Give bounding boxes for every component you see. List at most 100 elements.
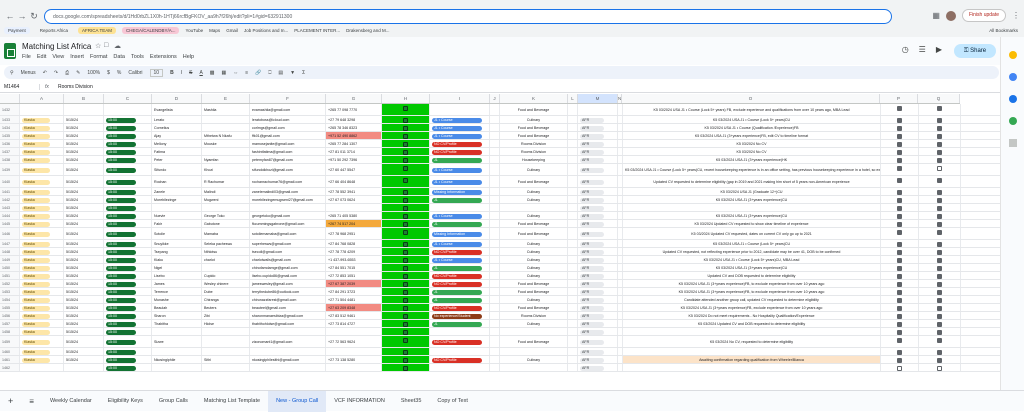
date-cell[interactable]: 5/15/24 [64, 148, 104, 155]
checkbox-cell[interactable] [881, 304, 919, 311]
attended-checkbox[interactable] [403, 197, 408, 203]
row-checkbox[interactable] [937, 273, 942, 279]
attended-checkbox[interactable] [403, 281, 408, 287]
email-cell[interactable]: lisebo.cupido86@gmail.com [250, 272, 326, 279]
notes-cell[interactable]: K5 03/2024 No CV [623, 140, 881, 147]
attended-cell[interactable] [382, 212, 430, 219]
notes-cell[interactable]: Updated CV requested, not reflecting exp… [623, 248, 881, 255]
notes-cell[interactable]: K5 03/2024 Do not meet requirements - No… [623, 312, 881, 319]
last-name-cell[interactable] [202, 124, 250, 131]
status-chip[interactable]: J1 • Course [432, 134, 482, 139]
first-name-cell[interactable]: Fakir [152, 220, 202, 227]
menu-help[interactable]: Help [183, 54, 194, 60]
column-header[interactable]: F [250, 94, 326, 103]
region-cell[interactable]: AFR [578, 296, 618, 303]
empty-cell[interactable] [568, 248, 578, 255]
region-cell[interactable]: AFR [578, 356, 618, 363]
empty-cell[interactable] [490, 196, 500, 203]
region-chip[interactable]: AFR [580, 266, 604, 271]
menu-extensions[interactable]: Extensions [150, 54, 177, 60]
attended-cell[interactable] [382, 280, 430, 287]
checkbox-cell[interactable] [919, 132, 961, 139]
phone-cell[interactable]: +1 437-993-6553 [326, 256, 382, 263]
phone-cell[interactable]: +27 66 404 8648 [326, 176, 382, 187]
region-cell[interactable]: AFR [578, 288, 618, 295]
attended-cell[interactable] [382, 104, 430, 115]
checkbox-cell[interactable] [881, 188, 919, 195]
region-cell[interactable]: AFR [578, 304, 618, 311]
attended-checkbox[interactable] [403, 125, 408, 131]
owner-chip[interactable]: Kiaska [22, 298, 50, 303]
row-checkbox[interactable] [897, 365, 902, 371]
region-cell[interactable]: AFR [578, 148, 618, 155]
department-cell[interactable]: Culinary [500, 164, 568, 175]
first-name-cell[interactable]: Thabitha [152, 320, 202, 327]
last-name-cell[interactable]: Seleka pacheswu [202, 240, 250, 247]
column-header[interactable]: I [430, 94, 490, 103]
region-cell[interactable]: AFR [578, 280, 618, 287]
document-title[interactable]: Matching List Africa [22, 42, 91, 51]
email-cell[interactable]: fashintfatima@gmail.com [250, 148, 326, 155]
time-cell[interactable]: 15:00 [104, 304, 152, 311]
empty-cell[interactable] [490, 176, 500, 187]
first-name-cell[interactable] [152, 364, 202, 371]
date-cell[interactable]: 5/15/24 [64, 312, 104, 319]
attended-checkbox[interactable] [403, 149, 408, 155]
time-cell[interactable]: 15:00 [104, 228, 152, 239]
department-cell[interactable]: Rooms Division [500, 148, 568, 155]
owner-cell[interactable]: Kiaska [20, 140, 64, 147]
row-checkbox[interactable] [897, 265, 902, 271]
time-cell[interactable]: 15:00 [104, 320, 152, 327]
attended-cell[interactable] [382, 148, 430, 155]
checkbox-cell[interactable] [919, 256, 961, 263]
search-icon[interactable]: ⚲ [10, 70, 14, 76]
owner-cell[interactable]: Kiaska [20, 348, 64, 355]
empty-cell[interactable] [490, 348, 500, 355]
row-checkbox[interactable] [937, 157, 942, 163]
first-name-cell[interactable]: Lerato [152, 116, 202, 123]
last-name-cell[interactable] [202, 116, 250, 123]
empty-cell[interactable] [568, 272, 578, 279]
profile-avatar[interactable] [945, 10, 956, 21]
owner-cell[interactable]: Kiaska [20, 212, 64, 219]
empty-cell[interactable] [568, 204, 578, 211]
attended-checkbox[interactable] [403, 257, 408, 263]
date-cell[interactable]: 5/15/24 [64, 356, 104, 363]
cloud-status-icon[interactable]: ☁ [114, 42, 121, 50]
attended-checkbox[interactable] [403, 106, 408, 111]
last-name-cell[interactable]: Hlolse [202, 320, 250, 327]
row-checkbox[interactable] [897, 197, 902, 203]
checkbox-cell[interactable] [881, 248, 919, 255]
checkbox-cell[interactable] [881, 212, 919, 219]
move-icon[interactable]: □ [104, 42, 108, 49]
font-select[interactable]: Calibri [128, 70, 142, 76]
checkbox-cell[interactable] [919, 220, 961, 227]
region-chip[interactable]: AFR [580, 250, 604, 255]
last-name-cell[interactable] [202, 364, 250, 371]
department-cell[interactable]: Culinary [500, 320, 568, 327]
last-name-cell[interactable]: Mamaba [202, 228, 250, 239]
bookmark-item[interactable]: CHEGA/CALENDBY/A... [121, 27, 180, 34]
phone-cell[interactable]: +27 84 291 3723 [326, 288, 382, 295]
attended-cell[interactable] [382, 272, 430, 279]
status-cell[interactable]: NO CV/Profile [430, 148, 490, 155]
checkbox-cell[interactable] [919, 336, 961, 347]
time-chip[interactable]: 15:00 [106, 290, 136, 295]
time-cell[interactable]: 15:00 [104, 264, 152, 271]
region-cell[interactable]: AFR [578, 348, 618, 355]
department-cell[interactable]: Rooms Division [500, 312, 568, 319]
checkbox-cell[interactable] [919, 296, 961, 303]
empty-cell[interactable] [568, 176, 578, 187]
phone-cell[interactable]: +27 67 073 0624 [326, 196, 382, 203]
menu-tools[interactable]: Tools [131, 54, 144, 60]
bookmark-item[interactable]: PLACEMENT INTER... [294, 28, 340, 33]
notes-cell[interactable]: K5 03/2024 Updated CV and DOB requested … [623, 320, 881, 327]
first-name-cell[interactable]: Nuevie [152, 212, 202, 219]
phone-cell[interactable]: +27 63 209 8348 [326, 304, 382, 311]
attended-cell[interactable] [382, 364, 430, 371]
date-cell[interactable]: 5/15/24 [64, 348, 104, 355]
notes-cell[interactable]: K5 03/2024 USA J1 • Course (Lock 5+ year… [623, 164, 881, 175]
attended-checkbox[interactable] [403, 365, 408, 371]
first-name-cell[interactable] [152, 204, 202, 211]
undo-icon[interactable]: ↶ [43, 70, 47, 76]
